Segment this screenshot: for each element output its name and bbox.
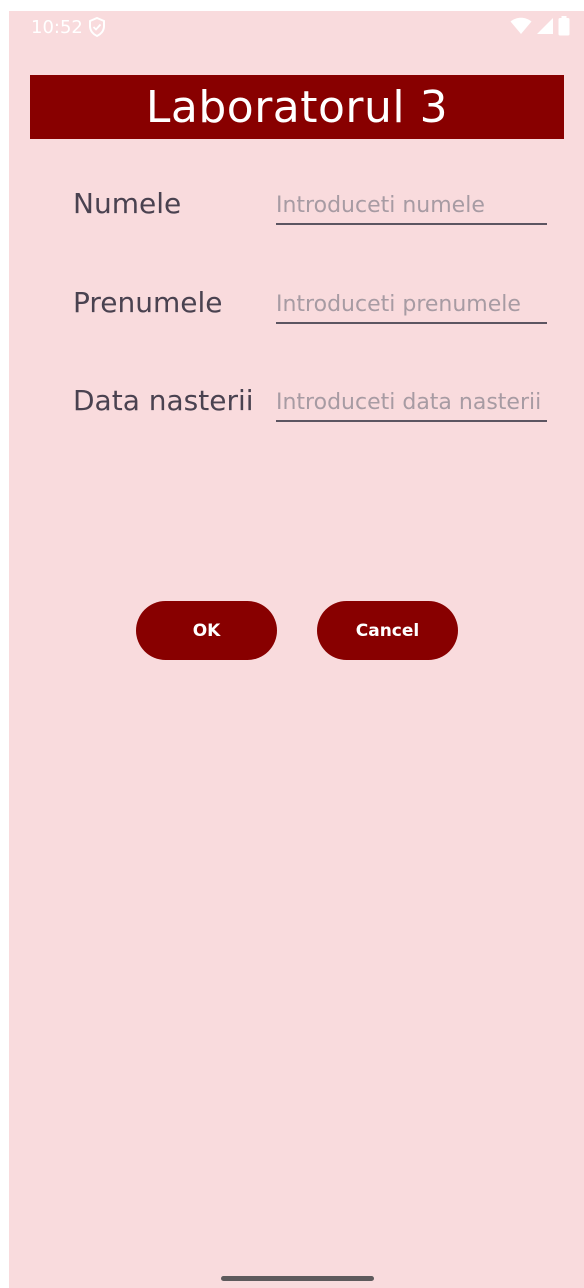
prenumele-label: Prenumele	[73, 286, 223, 319]
signal-icon	[536, 17, 554, 40]
battery-icon	[558, 15, 570, 41]
numele-label: Numele	[73, 187, 182, 220]
status-bar: 10:52	[9, 11, 584, 47]
wifi-icon	[510, 17, 532, 40]
form-row-data-nasterii: Data nasterii	[73, 384, 547, 436]
page-title: Laboratorul 3	[145, 81, 449, 133]
header-bar: Laboratorul 3	[30, 75, 564, 139]
status-time: 10:52	[31, 17, 83, 38]
data-nasterii-label: Data nasterii	[73, 384, 254, 417]
cancel-button[interactable]: Cancel	[317, 601, 458, 660]
shield-icon	[89, 16, 105, 38]
prenumele-input[interactable]	[276, 286, 547, 324]
numele-input[interactable]	[276, 187, 547, 225]
data-nasterii-input[interactable]	[276, 384, 547, 422]
status-icons	[510, 15, 570, 41]
home-indicator[interactable]	[221, 1276, 374, 1281]
form-row-numele: Numele	[73, 187, 547, 239]
ok-button[interactable]: OK	[136, 601, 277, 660]
app-screen: 10:52 Laboratorul 3 Numele Introduceti n…	[9, 11, 584, 1288]
form-row-prenumele: Prenumele	[73, 286, 547, 338]
